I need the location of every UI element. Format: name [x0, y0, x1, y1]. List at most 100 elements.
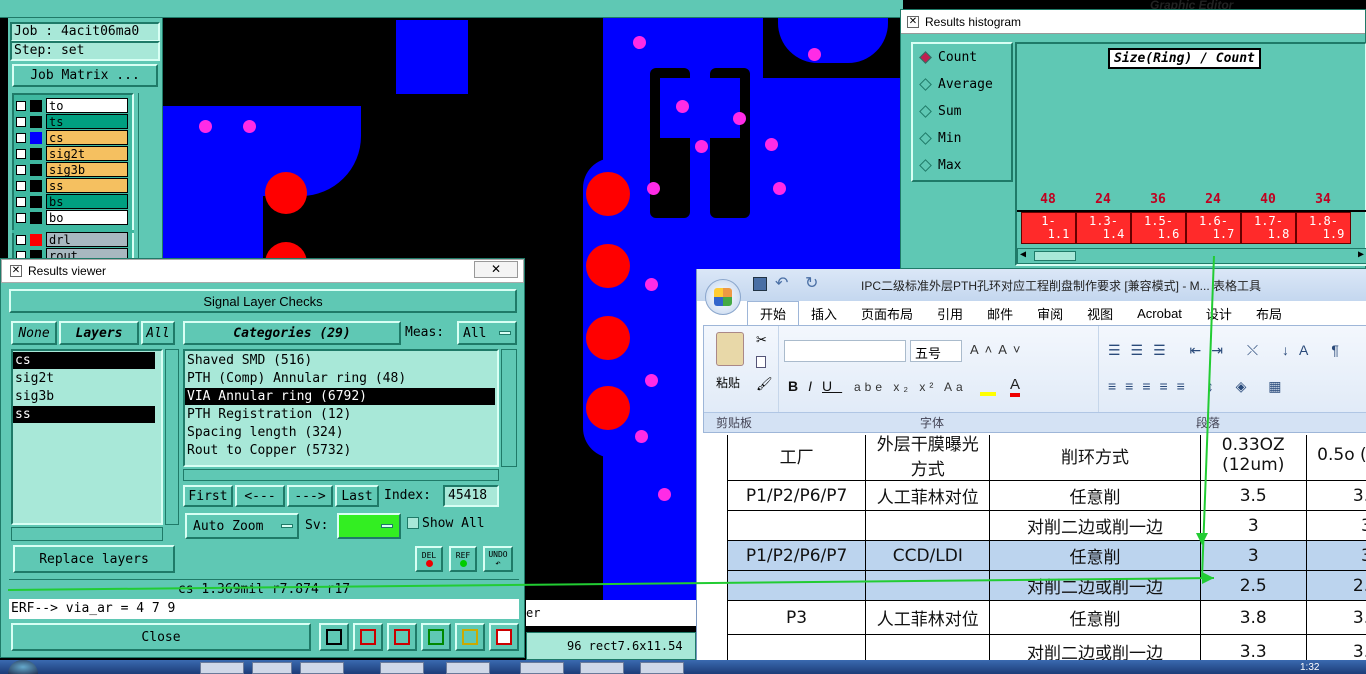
table-cell[interactable]	[726, 570, 867, 601]
font-style-icons[interactable]: BIU	[788, 378, 842, 394]
histogram-bin[interactable]: 1.5- 1.6	[1131, 212, 1186, 244]
ref-button[interactable]: REF	[449, 546, 477, 572]
table-cell[interactable]	[865, 510, 991, 541]
none-button[interactable]: None	[11, 321, 57, 345]
mode-sum[interactable]: Sum	[919, 104, 961, 119]
histogram-bin[interactable]: 1- 1.1	[1021, 212, 1076, 244]
index-input[interactable]: 45418	[443, 485, 499, 507]
taskbar-item[interactable]	[640, 662, 684, 674]
list-icons[interactable]: ☰☰☰ ⇤⇥ ⤬ ↓A ¶	[1108, 342, 1349, 359]
category-item[interactable]: PTH (Comp) Annular ring (48)	[185, 370, 495, 387]
table-cell[interactable]: 削环方式	[989, 435, 1201, 481]
table-cell[interactable]	[726, 634, 867, 662]
table-cell[interactable]: 0.33OZ (12um)	[1199, 435, 1307, 481]
table-cell[interactable]: 任意削	[989, 480, 1201, 511]
layers-button[interactable]: Layers	[59, 321, 139, 345]
ribbon-tab[interactable]: 邮件	[975, 301, 1025, 325]
ribbon-tab[interactable]: Acrobat	[1125, 301, 1194, 325]
auto-zoom-select[interactable]: Auto Zoom	[185, 513, 299, 539]
table-cell[interactable]: 3.8	[1199, 600, 1307, 635]
layer-checkbox[interactable]	[16, 196, 26, 207]
table-cell[interactable]: 对削二边或削一边	[989, 570, 1201, 601]
categories-hscroll[interactable]	[183, 469, 499, 481]
taskbar-item[interactable]	[580, 662, 624, 674]
filter-icon[interactable]	[421, 623, 451, 651]
table-cell[interactable]	[865, 634, 991, 662]
table-cell[interactable]: 对削二边或削一边	[989, 634, 1201, 662]
category-item[interactable]: VIA Annular ring (6792)	[185, 388, 495, 405]
close-button[interactable]: Close	[11, 623, 311, 651]
job-matrix-button[interactable]: Job Matrix ...	[12, 64, 158, 87]
undo-button[interactable]: UNDO ↶	[483, 546, 513, 572]
histogram-bin[interactable]: 1.3- 1.4	[1076, 212, 1131, 244]
meas-select[interactable]: All	[457, 321, 517, 345]
taskbar-item[interactable]	[380, 662, 424, 674]
table-cell[interactable]	[865, 570, 991, 601]
layer-scroll[interactable]	[138, 93, 160, 268]
layer-list-vscroll[interactable]	[165, 349, 179, 525]
ribbon-tab[interactable]: 开始	[747, 301, 800, 325]
table-cell[interactable]: 3	[1199, 540, 1307, 571]
all-button[interactable]: All	[141, 321, 175, 345]
histogram-bin[interactable]: 1.8- 1.9	[1296, 212, 1351, 244]
scroll-left-icon[interactable]: ◀	[1020, 249, 1026, 260]
histogram-icon[interactable]	[489, 623, 519, 651]
scroll-right-icon[interactable]: ▶	[1358, 249, 1364, 260]
rv-layer-item[interactable]: sig3b	[13, 388, 155, 405]
save-icon[interactable]	[753, 277, 767, 291]
table-cell[interactable]: P3	[726, 600, 867, 635]
layer-checkbox[interactable]	[16, 212, 26, 223]
format-painter-icon[interactable]: 🖌	[756, 376, 773, 392]
sv-color-select[interactable]	[337, 513, 401, 539]
layer-checkbox[interactable]	[16, 100, 26, 111]
layer-list-hscroll[interactable]	[11, 527, 163, 541]
mode-min[interactable]: Min	[919, 131, 961, 146]
table-cell[interactable]: 3	[1199, 510, 1307, 541]
table-cell[interactable]: 3	[1305, 510, 1366, 541]
table-cell[interactable]: 3.9	[1305, 600, 1366, 635]
replace-layers-button[interactable]: Replace layers	[13, 545, 175, 573]
ribbon-tab[interactable]: 设计	[1194, 301, 1244, 325]
table-cell[interactable]: P1/P2/P6/P7	[726, 480, 867, 511]
table-cell[interactable]: 任意削	[989, 540, 1201, 571]
ribbon-tab[interactable]: 视图	[1075, 301, 1125, 325]
table-cell[interactable]: 人工菲林对位	[865, 480, 991, 511]
redo-icon[interactable]: ↻	[805, 273, 818, 293]
first-button[interactable]: First	[183, 485, 233, 507]
list-icon[interactable]	[455, 623, 485, 651]
layer-checkbox[interactable]	[16, 132, 26, 143]
table-cell[interactable]: 外层干膜曝光方式	[865, 435, 991, 481]
ribbon-tab[interactable]: 页面布局	[849, 301, 925, 325]
table-cell[interactable]: 3	[1305, 540, 1366, 571]
layer-row-ts[interactable]: ts	[16, 114, 128, 129]
text-effect-icons[interactable]: abe x₂ x² Aa	[854, 380, 967, 394]
taskbar-item[interactable]	[520, 662, 564, 674]
layer-checkbox[interactable]	[16, 180, 26, 191]
layer-row-ss[interactable]: ss	[16, 178, 128, 193]
ribbon-tab[interactable]: 审阅	[1025, 301, 1075, 325]
taskbar-item[interactable]	[446, 662, 490, 674]
layer-row-drl[interactable]: drl	[16, 232, 128, 247]
table-cell[interactable]: CCD/LDI	[865, 540, 991, 571]
layer-checkbox[interactable]	[16, 116, 26, 127]
font-color-icon[interactable]: A	[1010, 376, 1021, 397]
font-name-select[interactable]	[784, 340, 906, 362]
font-grow-shrink-icons[interactable]: A˄A˅	[970, 342, 1027, 357]
undo-icon[interactable]: ↶	[775, 273, 788, 293]
del-button[interactable]: DEL	[415, 546, 443, 572]
mode-count[interactable]: Count	[919, 50, 977, 65]
taskbar-item[interactable]	[200, 662, 244, 674]
table-cell[interactable]: 2.5	[1199, 570, 1307, 601]
highlight-icon[interactable]	[980, 380, 996, 396]
histogram-bin[interactable]: 1.6- 1.7	[1186, 212, 1241, 244]
ribbon-tab[interactable]: 插入	[799, 301, 849, 325]
table-cell[interactable]: P1/P2/P6/P7	[726, 540, 867, 571]
table-cell[interactable]: 对削二边或削一边	[989, 510, 1201, 541]
table-cell[interactable]: 3.3	[1199, 634, 1307, 662]
paste-icon[interactable]	[716, 332, 744, 366]
category-item[interactable]: Rout to Copper (5732)	[185, 442, 495, 459]
table-cell[interactable]: 人工菲林对位	[865, 600, 991, 635]
layer-row-sig2t[interactable]: sig2t	[16, 146, 128, 161]
office-button[interactable]	[705, 279, 741, 315]
categories-vscroll[interactable]	[501, 349, 517, 467]
